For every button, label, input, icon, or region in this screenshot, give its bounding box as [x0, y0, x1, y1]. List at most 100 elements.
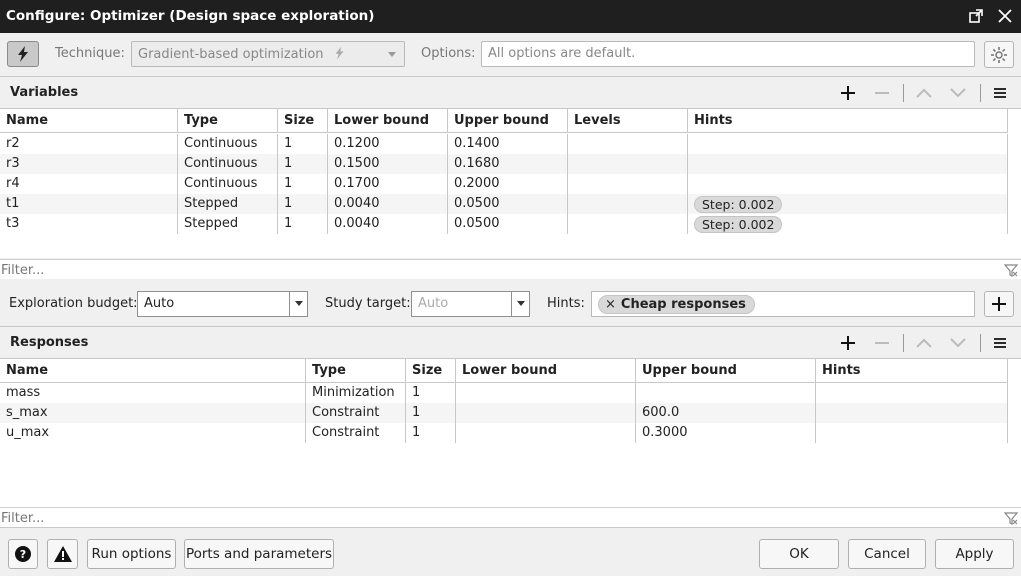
cell-name[interactable]: t1: [0, 194, 178, 214]
options-settings-button[interactable]: [984, 41, 1014, 68]
column-header[interactable]: Lower bound: [456, 359, 636, 383]
cell-hints[interactable]: [816, 423, 1008, 443]
column-header[interactable]: Name: [0, 359, 306, 383]
cell-type[interactable]: Stepped: [178, 194, 278, 214]
cell-lower-bound[interactable]: 0.0040: [328, 194, 448, 214]
cell-type[interactable]: Constraint: [306, 423, 406, 443]
filter-clear-icon[interactable]: [1004, 511, 1018, 525]
cell-name[interactable]: u_max: [0, 423, 306, 443]
cell-upper-bound[interactable]: 600.0: [636, 403, 816, 423]
cell-upper-bound[interactable]: 0.2000: [448, 174, 568, 194]
add-response-button[interactable]: [837, 333, 859, 353]
chevron-down-icon[interactable]: [289, 292, 307, 316]
cancel-button[interactable]: Cancel: [848, 539, 926, 569]
cell-upper-bound[interactable]: 0.0500: [448, 214, 568, 234]
add-hint-button[interactable]: [984, 291, 1014, 317]
responses-menu-button[interactable]: [989, 333, 1011, 353]
column-header[interactable]: Name: [0, 109, 178, 133]
table-row[interactable]: s_max Constraint 1 600.0: [0, 403, 1008, 423]
cell-lower-bound[interactable]: [456, 403, 636, 423]
move-up-button[interactable]: [913, 83, 935, 103]
hints-field[interactable]: × Cheap responses: [591, 291, 975, 317]
cell-size[interactable]: 1: [278, 154, 328, 174]
study-target-select[interactable]: Auto: [411, 291, 530, 317]
warnings-button[interactable]: [47, 539, 78, 569]
close-icon[interactable]: ×: [605, 297, 616, 312]
cell-name[interactable]: r4: [0, 174, 178, 194]
cell-name[interactable]: t3: [0, 214, 178, 234]
cell-hints[interactable]: [688, 174, 1008, 194]
cell-name[interactable]: r2: [0, 134, 178, 154]
cell-size[interactable]: 1: [278, 214, 328, 234]
variables-menu-button[interactable]: [989, 83, 1011, 103]
close-icon[interactable]: [995, 6, 1015, 26]
options-field[interactable]: All options are default.: [481, 41, 975, 67]
table-row[interactable]: r2 Continuous 1 0.1200 0.1400: [0, 134, 1008, 154]
run-technique-button[interactable]: [7, 41, 39, 67]
cell-name[interactable]: mass: [0, 383, 306, 403]
cell-type[interactable]: Continuous: [178, 174, 278, 194]
cell-size[interactable]: 1: [406, 383, 456, 403]
technique-select[interactable]: Gradient-based optimization: [131, 41, 405, 67]
cell-size[interactable]: 1: [406, 423, 456, 443]
cell-levels[interactable]: [568, 174, 688, 194]
cell-lower-bound[interactable]: 0.1500: [328, 154, 448, 174]
table-row[interactable]: r4 Continuous 1 0.1700 0.2000: [0, 174, 1008, 194]
column-header[interactable]: Hints: [688, 109, 1008, 133]
cell-lower-bound[interactable]: [456, 423, 636, 443]
help-button[interactable]: ?: [8, 539, 38, 569]
cell-levels[interactable]: [568, 194, 688, 214]
cell-upper-bound[interactable]: 0.0500: [448, 194, 568, 214]
chevron-down-icon[interactable]: [511, 292, 529, 316]
cell-lower-bound[interactable]: 0.1200: [328, 134, 448, 154]
responses-filter-input[interactable]: [0, 509, 990, 527]
add-variable-button[interactable]: [837, 83, 859, 103]
cell-name[interactable]: s_max: [0, 403, 306, 423]
filter-clear-icon[interactable]: [1004, 263, 1018, 277]
cell-type[interactable]: Continuous: [178, 134, 278, 154]
cell-levels[interactable]: [568, 154, 688, 174]
ok-button[interactable]: OK: [759, 539, 839, 569]
maximize-icon[interactable]: [966, 6, 986, 26]
cell-levels[interactable]: [568, 214, 688, 234]
cell-hints[interactable]: [688, 134, 1008, 154]
variables-filter-input[interactable]: [0, 261, 990, 279]
cell-upper-bound[interactable]: [636, 383, 816, 403]
cell-type[interactable]: Constraint: [306, 403, 406, 423]
move-up-button[interactable]: [913, 333, 935, 353]
column-header[interactable]: Lower bound: [328, 109, 448, 133]
cell-hints[interactable]: [816, 403, 1008, 423]
cell-type[interactable]: Minimization: [306, 383, 406, 403]
cell-hints[interactable]: Step: 0.002: [688, 214, 1008, 234]
cell-hints[interactable]: Step: 0.002: [688, 194, 1008, 214]
apply-button[interactable]: Apply: [935, 539, 1014, 569]
remove-variable-button[interactable]: [871, 83, 893, 103]
cell-type[interactable]: Continuous: [178, 154, 278, 174]
column-header[interactable]: Type: [178, 109, 278, 133]
cell-levels[interactable]: [568, 134, 688, 154]
cell-upper-bound[interactable]: 0.1400: [448, 134, 568, 154]
cell-lower-bound[interactable]: 0.0040: [328, 214, 448, 234]
cell-size[interactable]: 1: [278, 174, 328, 194]
cell-size[interactable]: 1: [278, 134, 328, 154]
cell-hints[interactable]: [688, 154, 1008, 174]
move-down-button[interactable]: [947, 333, 969, 353]
move-down-button[interactable]: [947, 83, 969, 103]
cell-name[interactable]: r3: [0, 154, 178, 174]
cell-size[interactable]: 1: [278, 194, 328, 214]
run-options-button[interactable]: Run options: [87, 539, 176, 569]
table-row[interactable]: t3 Stepped 1 0.0040 0.0500 Step: 0.002: [0, 214, 1008, 234]
column-header[interactable]: Levels: [568, 109, 688, 133]
cell-lower-bound[interactable]: 0.1700: [328, 174, 448, 194]
cell-type[interactable]: Stepped: [178, 214, 278, 234]
cell-lower-bound[interactable]: [456, 383, 636, 403]
table-row[interactable]: r3 Continuous 1 0.1500 0.1680: [0, 154, 1008, 174]
table-row[interactable]: t1 Stepped 1 0.0040 0.0500 Step: 0.002: [0, 194, 1008, 214]
ports-and-parameters-button[interactable]: Ports and parameters: [184, 539, 334, 569]
column-header[interactable]: Type: [306, 359, 406, 383]
remove-response-button[interactable]: [871, 333, 893, 353]
hint-chip[interactable]: × Cheap responses: [598, 295, 755, 314]
column-header[interactable]: Size: [278, 109, 328, 133]
budget-select[interactable]: Auto: [137, 291, 308, 317]
column-header[interactable]: Upper bound: [636, 359, 816, 383]
